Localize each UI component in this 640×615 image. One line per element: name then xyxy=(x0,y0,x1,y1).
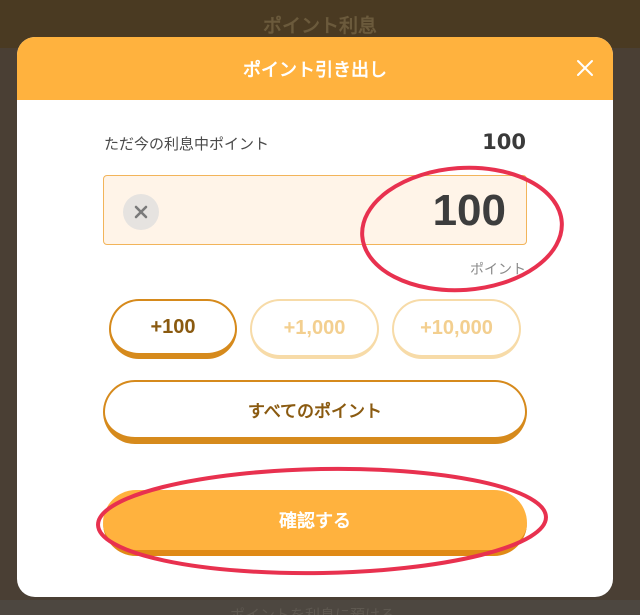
modal-header: ポイント引き出し xyxy=(17,37,613,100)
withdraw-modal: ポイント引き出し ただ今の利息中ポイント 100 100 ポイント +100 +… xyxy=(17,37,613,597)
background-header-title: ポイント利息 xyxy=(262,14,377,37)
add-10000-button[interactable]: +10,000 xyxy=(392,299,521,359)
clear-icon[interactable] xyxy=(123,194,159,230)
close-icon[interactable] xyxy=(574,57,596,79)
amount-value: 100 xyxy=(432,186,506,235)
background-bottom-text: ポイントを利息に預ける xyxy=(230,606,396,615)
balance-label: ただ今の利息中ポイント xyxy=(104,135,270,153)
add-100-button[interactable]: +100 xyxy=(109,299,237,359)
all-points-button[interactable]: すべてのポイント xyxy=(103,380,527,444)
background-bottom: ポイントを利息に預ける xyxy=(0,600,640,615)
amount-input[interactable]: 100 xyxy=(103,175,527,245)
modal-title: ポイント引き出し xyxy=(243,59,387,81)
add-1000-button[interactable]: +1,000 xyxy=(250,299,379,359)
confirm-button[interactable]: 確認する xyxy=(103,490,527,556)
balance-value: 100 xyxy=(482,130,526,154)
unit-label: ポイント xyxy=(470,262,526,278)
